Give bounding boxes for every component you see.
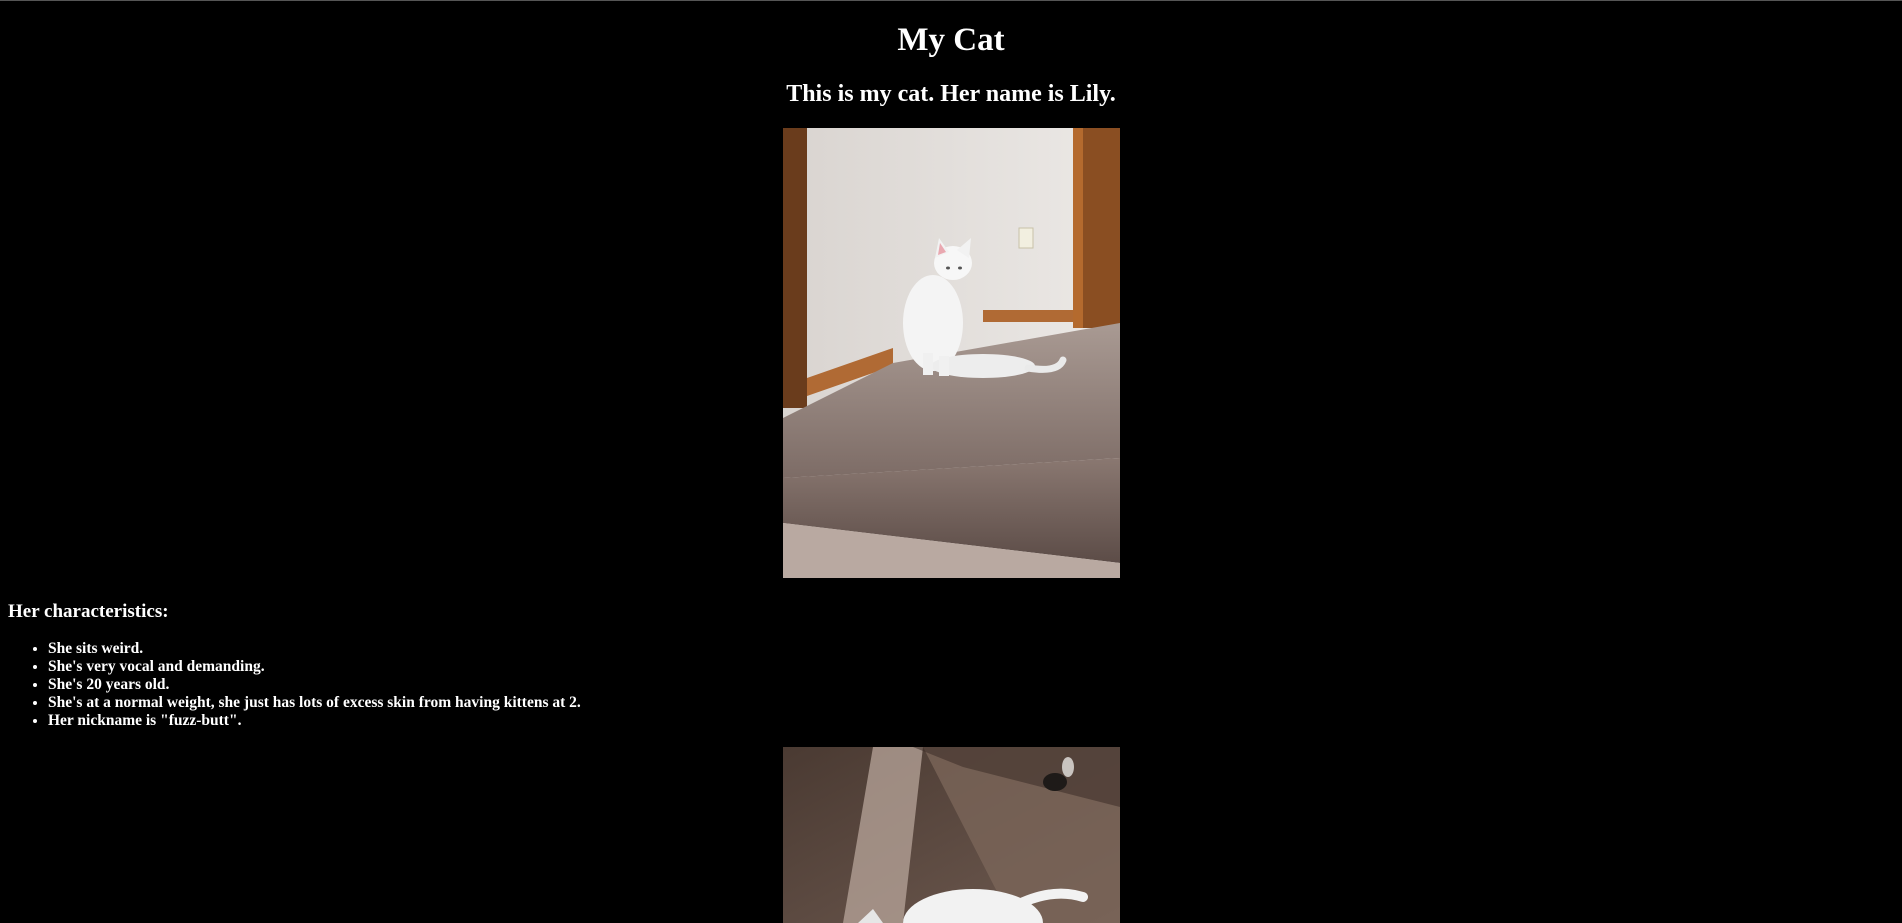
cat-photo-sitting [783, 128, 1120, 578]
list-item: She's at a normal weight, she just has l… [48, 694, 581, 712]
list-item: She's 20 years old. [48, 676, 581, 694]
list-item: Her nickname is "fuzz-butt". [48, 712, 581, 730]
list-item: She's very vocal and demanding. [48, 658, 581, 676]
cat-photo-floor [783, 747, 1120, 923]
characteristics-heading: Her characteristics: [8, 601, 169, 622]
top-border [0, 0, 1902, 1]
page-title: My Cat [897, 22, 1005, 58]
page-subtitle: This is my cat. Her name is Lily. [786, 81, 1116, 107]
list-item: She sits weird. [48, 640, 581, 658]
characteristics-list: She sits weird. She's very vocal and dem… [8, 640, 581, 730]
